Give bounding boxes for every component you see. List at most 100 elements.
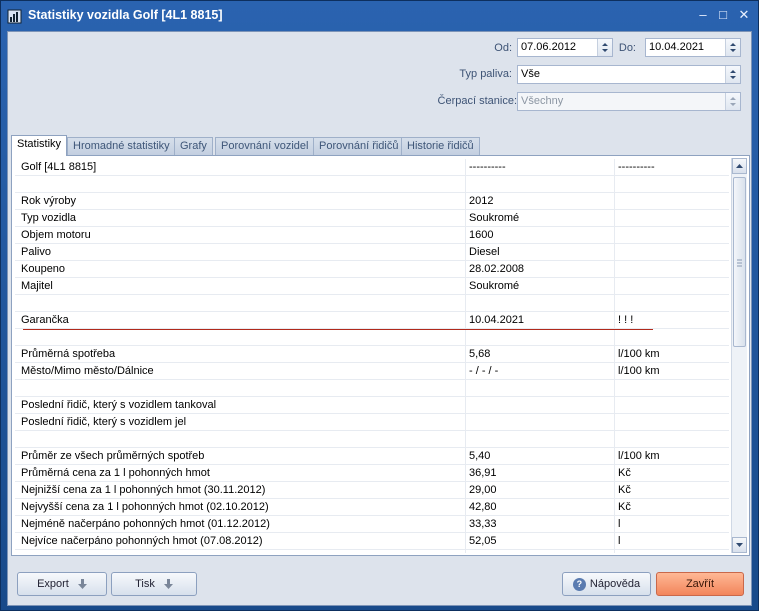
statistics-panel: Golf [4L1 8815] ---------- ---------- Rok v… [11,155,750,556]
row-value: 52,05 [469,535,497,547]
to-date-value: 10.04.2021 [649,41,705,53]
to-date-field[interactable]: 10.04.2021 [645,38,741,57]
close-button[interactable]: Zavřít [656,572,744,596]
print-button[interactable]: Tisk [111,572,197,596]
vertical-scrollbar[interactable] [731,158,747,553]
grip-icon [737,259,742,267]
row-value: 1600 [469,229,494,241]
scroll-up-button[interactable] [732,158,747,174]
row-label: Objem motoru [21,229,91,241]
row-unit: l [618,518,621,530]
arrow-up-icon [736,164,743,168]
fuel-type-value: Vše [521,68,540,80]
row-value: ---------- [469,161,506,173]
row-unit [618,244,726,261]
row-value: Soukromé [469,280,520,292]
row-value: 2012 [469,195,494,207]
table-row: Město/Mimo město/Dálnice - / - / - l/100 … [15,363,729,380]
row-unit: Kč [618,501,631,513]
title-bar[interactable]: Statistiky vozidla Golf [4L1 8815] – □ ✕ [1,1,758,31]
tab-statistiky[interactable]: Statistiky [11,135,68,156]
table-row: Koupeno 28.02.2008 [15,261,729,278]
row-label [21,176,461,193]
row-value: 5,40 [469,450,491,462]
tab-historie-ridicu[interactable]: Historie řidičů [401,137,480,155]
spin-updown-icon[interactable] [725,39,740,56]
from-date-label: Od: [494,42,512,54]
table-row: Poslední řidič, který s vozidlem jel [15,414,729,431]
station-select[interactable]: Všechny [517,92,741,111]
row-label: Garančka [21,314,69,326]
table-row: Poslední řidič, který s vozidlem tankova… [15,397,729,414]
row-label: Nejnižší cena za 1 l pohonných hmot (30.… [21,484,266,496]
row-unit: ---------- [618,161,655,173]
row-unit: Kč [618,467,631,479]
row-unit: l [618,535,621,547]
row-value: 42,80 [469,501,497,513]
table-row: Golf [4L1 8815] ---------- ---------- [15,159,729,176]
row-label: Město/Mimo město/Dálnice [21,365,154,377]
table-row [15,295,729,312]
row-value [469,380,614,397]
row-unit [618,193,726,210]
row-unit [618,227,726,244]
row-label: Nejméně načerpáno pohonných hmot (01.12.… [21,518,270,530]
table-row: Nejvíce načerpáno pohonných hmot (07.08.… [15,533,729,550]
tab-strip: Statistiky Hromadné statistiky Grafy Por… [11,135,751,156]
spin-updown-icon[interactable] [725,93,740,110]
app-icon [7,9,22,24]
scroll-thumb[interactable] [733,177,746,347]
table-row: Nejnižší cena za 1 l pohonných hmot (30.… [15,482,729,499]
row-label [21,431,461,448]
row-label: Rok výroby [21,195,77,207]
arrow-down-icon [736,543,743,547]
row-label [21,329,461,346]
tab-porovnani-vozidel[interactable]: Porovnání vozidel [215,137,315,155]
table-row [15,176,729,193]
row-unit: l/100 km [618,450,660,462]
row-label: Průměr ze všech průměrných spotřeb [21,450,205,462]
fuel-type-select[interactable]: Vše [517,65,741,84]
table-row: Nejméně načerpáno pohonných hmot (01.12.… [15,516,729,533]
from-date-value: 07.06.2012 [521,41,577,53]
row-value: 28.02.2008 [469,263,525,275]
arrow-down-icon [77,579,87,590]
row-unit [618,431,726,448]
row-label: Palivo [21,246,51,258]
arrow-down-icon [163,579,173,590]
to-date-label: Do: [618,42,636,54]
row-unit [618,261,726,278]
export-button[interactable]: Export [17,572,107,596]
client-area: Od: 07.06.2012 Do: 10.04.2021 Typ paliva… [7,31,752,606]
row-value [469,295,614,312]
tab-porovnani-ridicu[interactable]: Porovnání řidičů [313,137,405,155]
tab-grafy[interactable]: Grafy [174,137,213,155]
close-icon[interactable]: ✕ [736,7,752,23]
row-unit: l/100 km [618,365,660,377]
station-label: Čerpací stanice: [437,95,517,107]
row-label: Průměrná spotřeba [21,348,116,360]
row-unit [618,329,726,346]
print-label: Tisk [135,578,155,590]
table-row: Palivo Diesel [15,244,729,261]
scroll-down-button[interactable] [732,537,747,553]
help-label: Nápověda [589,578,641,590]
row-label: Poslední řidič, který s vozidlem jel [21,416,187,428]
row-unit [618,380,726,397]
table-row [15,380,729,397]
table-row: Průměr ze všech průměrných spotřeb 5,40 l/… [15,448,729,465]
tab-hromadne-statistiky[interactable]: Hromadné statistiky [67,137,176,155]
table-row: Majitel Soukromé [15,278,729,295]
row-unit [618,176,726,193]
row-value [469,176,614,193]
maximize-icon[interactable]: □ [715,7,731,23]
help-button[interactable]: ? Nápověda [562,572,651,596]
table-row: Rok výroby 2012 [15,193,729,210]
row-value: 36,91 [469,467,497,479]
row-value [469,414,614,431]
row-unit [618,210,726,227]
minimize-icon[interactable]: – [695,7,711,23]
spin-updown-icon[interactable] [725,66,740,83]
row-unit [618,397,726,414]
row-unit [618,295,726,312]
